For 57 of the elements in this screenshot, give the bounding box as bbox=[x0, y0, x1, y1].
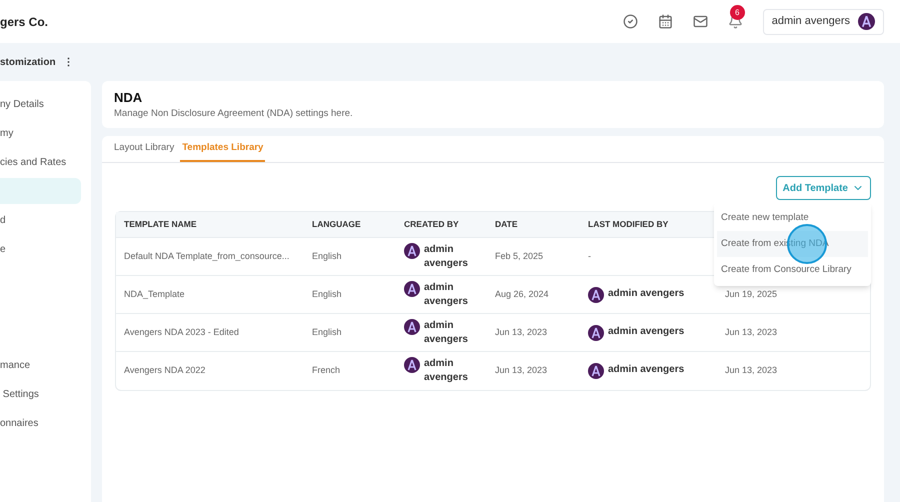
user-name: admin avengers bbox=[608, 286, 684, 300]
sidebar-item[interactable]: e bbox=[0, 236, 81, 262]
table-cell-text: NDA_Template bbox=[124, 288, 186, 301]
sidebar-item[interactable]: mance bbox=[0, 352, 81, 378]
table-cell-text: Jun 13, 2023 bbox=[725, 364, 778, 378]
column-header: LANGUAGE bbox=[312, 218, 362, 231]
check-icon[interactable] bbox=[622, 14, 638, 29]
sidebar-item[interactable]: cies and Rates bbox=[0, 149, 81, 175]
user-name: admin avengers bbox=[608, 363, 684, 377]
table-cell-text: - bbox=[588, 250, 592, 263]
table-cell-text: Jun 13, 2023 bbox=[495, 326, 548, 339]
menu-item[interactable]: Create new template bbox=[717, 205, 868, 231]
avatar-icon bbox=[588, 324, 604, 340]
table-cell-text: Feb 5, 2025 bbox=[495, 250, 544, 263]
user-name: admin avengers bbox=[608, 324, 684, 338]
table-cell-text: English bbox=[312, 288, 343, 301]
avatar-icon bbox=[588, 286, 604, 302]
table-cell-text: English bbox=[312, 326, 343, 339]
sidebar-item[interactable]: my bbox=[0, 120, 81, 146]
table-cell-text: Avengers NDA 2022 bbox=[124, 364, 206, 378]
table-cell-text: Jun 19, 2025 bbox=[725, 288, 778, 301]
page-subtitle: Manage Non Disclosure Agreement (NDA) settings here. bbox=[114, 107, 354, 122]
company-name: gers Co. bbox=[0, 14, 48, 30]
column-header: LAST MODIFIED BY bbox=[588, 218, 670, 231]
menu-item[interactable]: Create from Consource Library bbox=[717, 257, 868, 283]
more-menu[interactable]: ⋮ bbox=[64, 54, 74, 70]
avatar-icon bbox=[404, 357, 420, 373]
table-cell-text: English bbox=[312, 250, 343, 263]
user-name: admin avengers bbox=[424, 357, 469, 385]
table-cell-text: Aug 26, 2024 bbox=[495, 288, 550, 301]
avatar-icon bbox=[588, 363, 604, 379]
table-cell-text: Jun 13, 2023 bbox=[725, 326, 778, 339]
mail-icon[interactable] bbox=[692, 14, 708, 29]
column-header: DATE bbox=[495, 218, 519, 231]
page-title: NDA bbox=[114, 88, 144, 107]
table-cell-text: French bbox=[312, 364, 342, 378]
avatar-icon bbox=[404, 242, 420, 258]
user-name: admin avengers bbox=[424, 318, 469, 346]
breadcrumb-title: stomization bbox=[0, 56, 56, 70]
avatar-icon bbox=[858, 13, 875, 30]
avatar-icon bbox=[404, 280, 420, 296]
user-name: admin avengers bbox=[424, 242, 469, 270]
table-cell-text: Default NDA Template_from_consource... bbox=[124, 250, 290, 263]
table-cell-text: Jun 13, 2023 bbox=[495, 364, 548, 378]
sidebar-item[interactable]: onnaires bbox=[0, 410, 81, 436]
column-header: TEMPLATE NAME bbox=[124, 218, 198, 231]
user-menu[interactable]: admin avengers bbox=[762, 8, 884, 34]
column-header: CREATED BY bbox=[404, 218, 460, 231]
sidebar-item[interactable]: ny Details bbox=[0, 91, 81, 117]
notification-badge: 6 bbox=[730, 5, 745, 20]
tab[interactable]: Layout Library bbox=[112, 136, 176, 162]
sidebar-item[interactable]: Settings bbox=[0, 381, 81, 407]
user-name: admin avengers bbox=[424, 280, 469, 308]
calendar-icon[interactable] bbox=[658, 14, 673, 29]
table-cell-text: Avengers NDA 2023 - Edited bbox=[124, 326, 240, 339]
avatar-icon bbox=[404, 318, 420, 334]
sidebar-item[interactable]: d bbox=[0, 207, 81, 233]
